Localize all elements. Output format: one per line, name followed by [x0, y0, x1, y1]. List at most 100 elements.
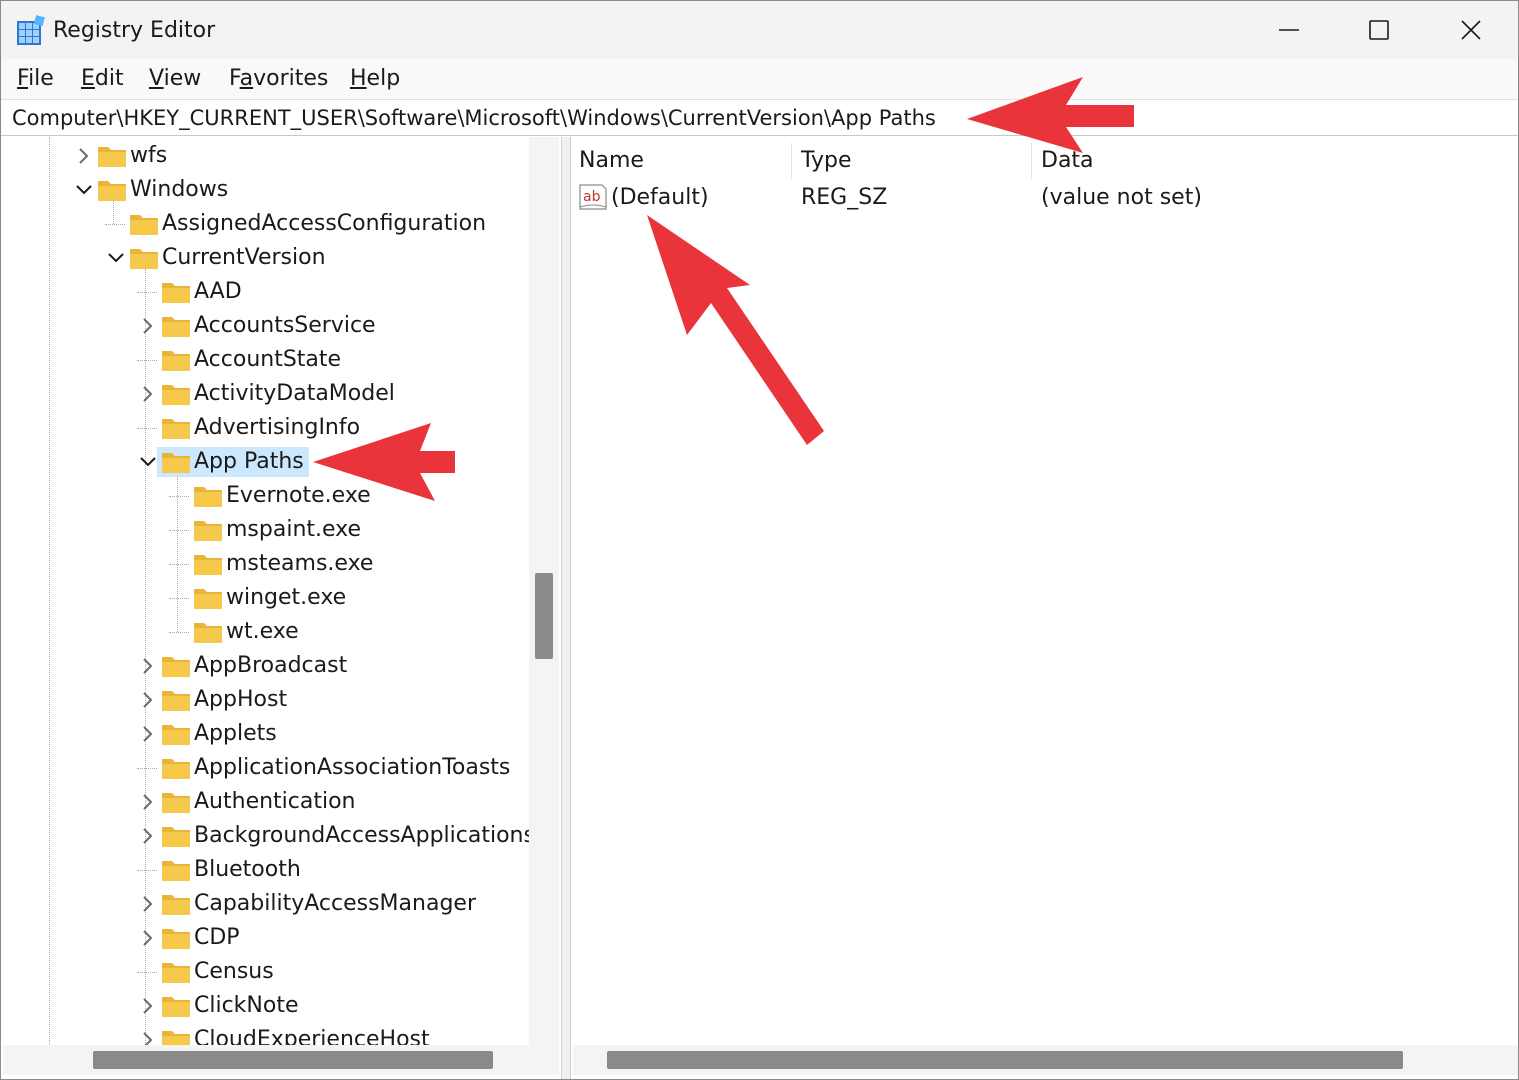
folder-icon — [162, 385, 190, 405]
tree-guide-line — [169, 564, 189, 565]
chevron-down-icon[interactable] — [139, 452, 157, 472]
tree-item-label: Census — [194, 959, 274, 984]
folder-icon — [162, 419, 190, 439]
tree-item-clicknote[interactable]: ClickNote — [3, 989, 529, 1023]
chevron-right-icon[interactable] — [139, 316, 157, 336]
tree-horizontal-scroll-thumb[interactable] — [93, 1051, 493, 1069]
tree-item-evernote-exe[interactable]: Evernote.exe — [3, 479, 529, 513]
chevron-right-icon[interactable] — [139, 384, 157, 404]
minimize-icon — [1279, 29, 1299, 31]
column-header-name[interactable]: Name — [579, 143, 791, 179]
tree-item-bluetooth[interactable]: Bluetooth — [3, 853, 529, 887]
tree-guide-line — [169, 598, 189, 599]
tree-item-app-paths[interactable]: App Paths — [3, 445, 529, 479]
tree-item-wt-exe[interactable]: wt.exe — [3, 615, 529, 649]
minimize-button[interactable] — [1244, 1, 1334, 59]
folder-icon — [162, 861, 190, 881]
column-separator[interactable] — [1031, 143, 1032, 179]
tree-item-assignedaccessconfiguration[interactable]: AssignedAccessConfiguration — [3, 207, 529, 241]
tree-item-wfs[interactable]: wfs — [3, 139, 529, 173]
menu-view[interactable]: View — [149, 65, 201, 93]
tree-item-label: ActivityDataModel — [194, 381, 395, 406]
tree-item-applicationassociationtoasts[interactable]: ApplicationAssociationToasts — [3, 751, 529, 785]
folder-icon — [162, 759, 190, 779]
maximize-icon — [1369, 20, 1389, 40]
column-header-data[interactable]: Data — [1041, 143, 1341, 179]
title-bar: Registry Editor — [1, 1, 1518, 59]
tree-item-cloudexperiencehost[interactable]: CloudExperienceHost — [3, 1023, 529, 1045]
chevron-right-icon[interactable] — [139, 792, 157, 812]
list-horizontal-scrollbar[interactable] — [573, 1045, 1518, 1075]
tree-item-advertisinginfo[interactable]: AdvertisingInfo — [3, 411, 529, 445]
tree-item-label: AdvertisingInfo — [194, 415, 361, 440]
folder-icon — [162, 997, 190, 1017]
tree-item-label: BackgroundAccessApplications — [194, 823, 529, 848]
tree-item-census[interactable]: Census — [3, 955, 529, 989]
menu-edit[interactable]: Edit — [81, 65, 124, 93]
tree-item-mspaint-exe[interactable]: mspaint.exe — [3, 513, 529, 547]
chevron-right-icon[interactable] — [139, 826, 157, 846]
svg-text:ab: ab — [583, 189, 601, 205]
column-separator[interactable] — [791, 143, 792, 179]
registry-editor-window: Registry Editor File Edit View Favorites… — [0, 0, 1519, 1080]
folder-icon — [162, 453, 190, 473]
tree-item-label: wfs — [130, 143, 168, 168]
chevron-right-icon[interactable] — [139, 690, 157, 710]
tree-vertical-scroll-thumb[interactable] — [535, 573, 553, 659]
folder-icon — [162, 963, 190, 983]
maximize-button[interactable] — [1334, 1, 1424, 59]
value-type: REG_SZ — [801, 185, 888, 210]
chevron-down-icon[interactable] — [75, 180, 93, 200]
chevron-right-icon[interactable] — [139, 996, 157, 1016]
tree-item-accountstate[interactable]: AccountState — [3, 343, 529, 377]
close-button[interactable] — [1426, 1, 1516, 59]
tree-item-cdp[interactable]: CDP — [3, 921, 529, 955]
tree-item-label: winget.exe — [226, 585, 347, 610]
menu-help[interactable]: Help — [350, 65, 400, 93]
values-list: Name Type Data ab (Default) REG_SZ (valu… — [573, 137, 1518, 1045]
tree-item-aad[interactable]: AAD — [3, 275, 529, 309]
tree-item-label: Authentication — [194, 789, 356, 814]
tree-guide-line — [137, 870, 157, 871]
tree-item-currentversion[interactable]: CurrentVersion — [3, 241, 529, 275]
tree-item-backgroundaccessapplications[interactable]: BackgroundAccessApplications — [3, 819, 529, 853]
tree-item-label: ApplicationAssociationToasts — [194, 755, 511, 780]
tree-item-apphost[interactable]: AppHost — [3, 683, 529, 717]
tree-item-windows[interactable]: Windows — [3, 173, 529, 207]
column-header-type[interactable]: Type — [801, 143, 1031, 179]
tree-item-msteams-exe[interactable]: msteams.exe — [3, 547, 529, 581]
menu-file[interactable]: File — [17, 65, 54, 93]
tree-guide-line — [137, 292, 157, 293]
folder-icon — [162, 657, 190, 677]
chevron-right-icon[interactable] — [75, 146, 93, 166]
folder-icon — [162, 725, 190, 745]
chevron-right-icon[interactable] — [139, 894, 157, 914]
menu-favorites[interactable]: Favorites — [229, 65, 328, 93]
tree-item-capabilityaccessmanager[interactable]: CapabilityAccessManager — [3, 887, 529, 921]
tree-item-label: AccountsService — [194, 313, 376, 338]
tree-guide-line — [105, 224, 125, 225]
chevron-right-icon[interactable] — [139, 1030, 157, 1045]
tree-vertical-scrollbar[interactable] — [529, 137, 559, 1045]
tree-item-appbroadcast[interactable]: AppBroadcast — [3, 649, 529, 683]
tree-item-winget-exe[interactable]: winget.exe — [3, 581, 529, 615]
menu-bar: File Edit View Favorites Help — [1, 59, 1518, 99]
folder-icon — [162, 827, 190, 847]
pane-splitter[interactable] — [561, 137, 571, 1079]
list-horizontal-scroll-thumb[interactable] — [607, 1051, 1403, 1069]
tree-item-authentication[interactable]: Authentication — [3, 785, 529, 819]
tree-item-activitydatamodel[interactable]: ActivityDataModel — [3, 377, 529, 411]
tree-guide-line — [169, 530, 189, 531]
tree-item-label: CapabilityAccessManager — [194, 891, 476, 916]
string-value-icon: ab — [579, 184, 607, 210]
chevron-down-icon[interactable] — [107, 248, 125, 268]
chevron-right-icon[interactable] — [139, 724, 157, 744]
folder-icon — [162, 691, 190, 711]
chevron-right-icon[interactable] — [139, 656, 157, 676]
tree-item-accountsservice[interactable]: AccountsService — [3, 309, 529, 343]
tree-horizontal-scrollbar[interactable] — [3, 1045, 559, 1075]
address-input[interactable] — [1, 100, 1516, 135]
tree-item-applets[interactable]: Applets — [3, 717, 529, 751]
folder-icon — [130, 249, 158, 269]
chevron-right-icon[interactable] — [139, 928, 157, 948]
